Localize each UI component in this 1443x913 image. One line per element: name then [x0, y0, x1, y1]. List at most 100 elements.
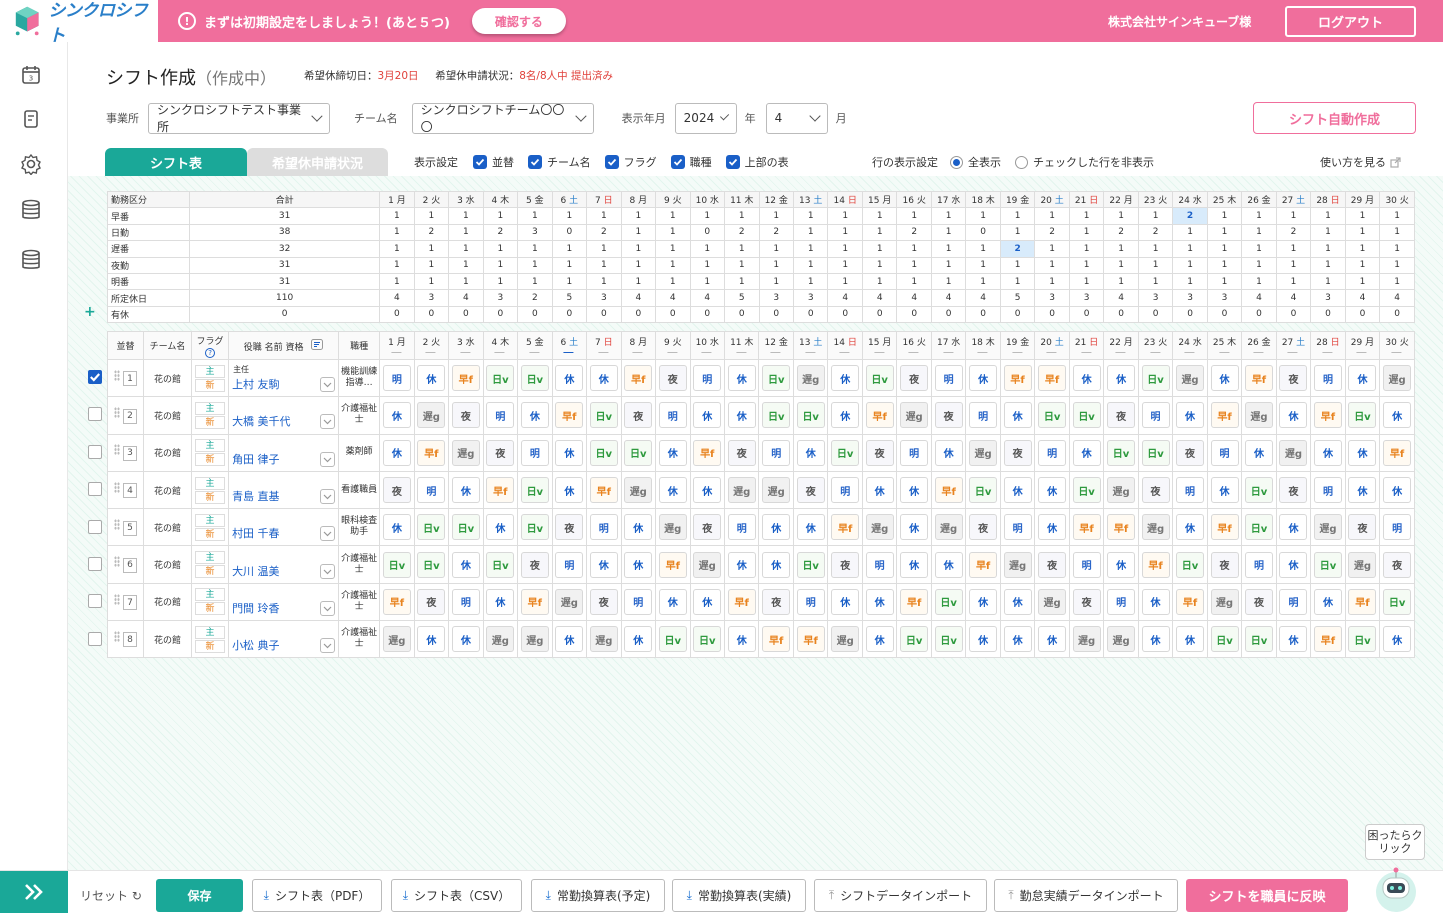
- shift-chip[interactable]: 早f: [1038, 365, 1067, 392]
- summary-cell[interactable]: 1: [1206, 207, 1243, 225]
- summary-cell[interactable]: 1: [1275, 240, 1312, 258]
- pdf-export-button[interactable]: ⤓ シフト表（PDF）: [252, 879, 382, 912]
- shift-chip[interactable]: 休: [1003, 402, 1032, 429]
- database-icon[interactable]: [18, 197, 44, 223]
- pencil-icon[interactable]: [1287, 350, 1300, 353]
- summary-cell[interactable]: 1: [1068, 223, 1105, 242]
- summary-cell[interactable]: 1: [1137, 272, 1174, 291]
- summary-cell[interactable]: 0: [1379, 305, 1415, 324]
- summary-cell[interactable]: 1: [965, 272, 1001, 291]
- shift-chip[interactable]: 遅g: [727, 477, 756, 504]
- summary-cell[interactable]: 1: [620, 256, 657, 274]
- shift-chip[interactable]: 明: [589, 514, 618, 541]
- shift-chip[interactable]: 夜: [762, 588, 791, 615]
- shift-chip[interactable]: 休: [555, 365, 584, 392]
- shift-chip[interactable]: 休: [1383, 626, 1412, 653]
- database-stack-icon[interactable]: [18, 247, 44, 273]
- summary-cell[interactable]: 0: [1068, 305, 1105, 324]
- summary-cell[interactable]: 1: [1379, 223, 1415, 242]
- summary-cell[interactable]: 1: [655, 240, 691, 258]
- shift-chip[interactable]: 日v: [1176, 551, 1205, 578]
- summary-cell[interactable]: 1: [827, 272, 863, 291]
- qualification-dropdown[interactable]: [320, 377, 336, 393]
- drag-handle-icon[interactable]: [114, 630, 120, 642]
- summary-cell[interactable]: 0: [724, 305, 760, 324]
- summary-cell[interactable]: 1: [448, 256, 484, 274]
- logout-button[interactable]: ログアウト: [1285, 6, 1416, 37]
- summary-cell[interactable]: 1: [551, 240, 588, 258]
- summary-cell[interactable]: 2: [724, 223, 760, 242]
- shift-chip[interactable]: 休: [727, 626, 756, 653]
- row-checkbox[interactable]: [88, 631, 102, 646]
- shift-chip[interactable]: 夜: [1038, 551, 1067, 578]
- shift-chip[interactable]: 遅g: [865, 514, 894, 541]
- shift-chip[interactable]: 休: [1279, 514, 1308, 541]
- summary-cell[interactable]: 3: [1068, 289, 1105, 307]
- shift-chip[interactable]: 夜: [382, 477, 411, 504]
- summary-cell[interactable]: 4: [930, 289, 967, 307]
- shift-chip[interactable]: 休: [693, 477, 722, 504]
- shift-chip[interactable]: 遅g: [1383, 365, 1412, 392]
- sort-handle[interactable]: 4: [106, 470, 145, 510]
- pencil-icon[interactable]: [391, 350, 403, 353]
- pencil-icon[interactable]: [632, 350, 645, 353]
- shift-chip[interactable]: 休: [762, 514, 791, 541]
- save-button[interactable]: 保存: [156, 879, 243, 912]
- shift-chip[interactable]: 遅g: [831, 626, 860, 653]
- summary-cell[interactable]: 3: [1137, 289, 1174, 307]
- shift-chip[interactable]: 早f: [1313, 626, 1342, 653]
- shift-chip[interactable]: 休: [451, 551, 480, 578]
- row-checkbox[interactable]: [88, 444, 102, 459]
- pencil-icon[interactable]: [1391, 350, 1403, 353]
- flag-main[interactable]: 主: [195, 625, 226, 639]
- shift-chip[interactable]: 夜: [865, 439, 894, 466]
- summary-cell[interactable]: 1: [1206, 272, 1243, 291]
- shift-chip[interactable]: 遅g: [1107, 626, 1136, 653]
- qualification-dropdown[interactable]: [320, 451, 336, 467]
- summary-cell[interactable]: 1: [620, 272, 657, 291]
- summary-cell[interactable]: 1: [1310, 207, 1346, 225]
- shift-chip[interactable]: 遅g: [693, 551, 722, 578]
- summary-cell[interactable]: 0: [551, 305, 588, 324]
- summary-cell[interactable]: 1: [1241, 207, 1277, 225]
- pencil-icon[interactable]: [597, 350, 610, 353]
- drag-handle-icon[interactable]: [114, 369, 120, 381]
- shift-chip[interactable]: 夜: [900, 365, 929, 392]
- shift-chip[interactable]: 休: [1210, 365, 1239, 392]
- summary-cell[interactable]: 1: [930, 223, 967, 242]
- summary-cell[interactable]: 1: [379, 256, 415, 274]
- sort-handle[interactable]: 5: [106, 508, 145, 547]
- shift-chip[interactable]: 遅g: [555, 588, 584, 615]
- shift-chip[interactable]: 明: [1141, 402, 1170, 429]
- shift-chip[interactable]: 日v: [1072, 402, 1101, 429]
- pencil-icon[interactable]: [735, 350, 748, 353]
- shift-chip[interactable]: 遅g: [417, 402, 446, 429]
- shift-chip[interactable]: 休: [382, 402, 411, 429]
- check-icon[interactable]: [528, 155, 542, 169]
- shift-chip[interactable]: 休: [658, 439, 687, 466]
- summary-cell[interactable]: 1: [1310, 256, 1346, 274]
- summary-cell[interactable]: 1: [1206, 256, 1243, 274]
- summary-cell[interactable]: 1: [861, 272, 898, 291]
- pencil-icon[interactable]: [1046, 350, 1058, 353]
- summary-cell[interactable]: 4: [861, 289, 898, 307]
- shift-chip[interactable]: 早f: [589, 477, 618, 504]
- shift-chip[interactable]: 早f: [1348, 588, 1377, 615]
- summary-cell[interactable]: 3: [1206, 289, 1243, 307]
- pencil-icon[interactable]: [1011, 350, 1024, 353]
- shift-chip[interactable]: 休: [1003, 588, 1032, 615]
- summary-cell[interactable]: 2: [1275, 223, 1312, 242]
- pencil-icon[interactable]: [563, 350, 576, 353]
- shift-chip[interactable]: 休: [831, 365, 860, 392]
- shift-chip[interactable]: 明: [865, 551, 894, 578]
- team-name[interactable]: 花の館: [143, 508, 193, 547]
- shift-chip[interactable]: 遅g: [658, 514, 687, 541]
- shift-chip[interactable]: 休: [693, 402, 722, 429]
- shift-chip[interactable]: 早f: [520, 588, 549, 615]
- summary-cell[interactable]: 0: [999, 305, 1036, 324]
- summary-cell[interactable]: 4: [1103, 289, 1139, 307]
- sort-handle[interactable]: 6: [106, 545, 145, 584]
- radio-hide-checked[interactable]: [1015, 155, 1028, 169]
- summary-cell[interactable]: 1: [999, 223, 1036, 242]
- summary-cell[interactable]: 2: [1103, 223, 1139, 242]
